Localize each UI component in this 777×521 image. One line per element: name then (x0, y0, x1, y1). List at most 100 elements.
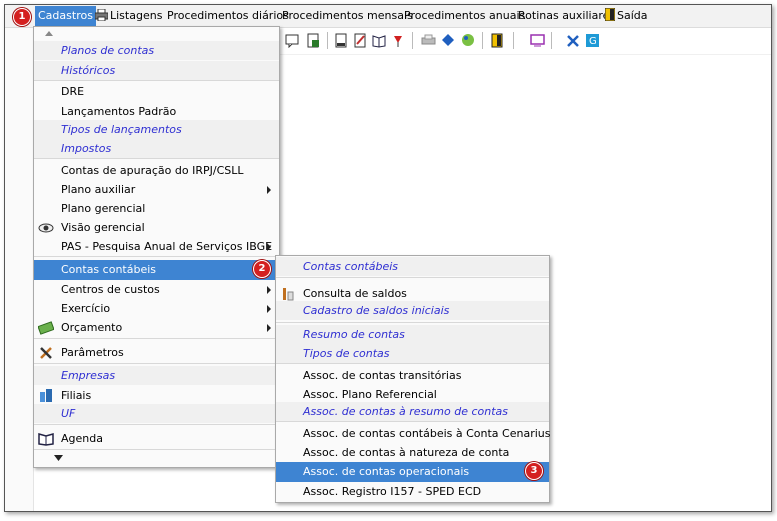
menu-item-label: Empresas (61, 369, 116, 382)
menu-item-label: Impostos (61, 142, 112, 155)
menu-separator (34, 363, 279, 364)
money-icon (38, 321, 54, 335)
menu-item-label: Assoc. de contas contábeis à Conta Cenar… (303, 427, 551, 440)
menu-item-label: Assoc. de contas operacionais (303, 465, 470, 478)
edit-document-icon[interactable] (353, 33, 368, 48)
menu-cadastros[interactable]: Cadastros (35, 6, 96, 26)
menu-item-label: Assoc. de contas à resumo de contas (303, 405, 508, 418)
book-icon[interactable] (372, 33, 387, 48)
submenu-item-assoc-contas-operacionais[interactable]: Assoc. de contas operacionais (276, 462, 549, 482)
diamond-icon[interactable] (441, 33, 456, 48)
menu-procedimentos-anuais[interactable]: Procedimentos anuais (401, 6, 528, 26)
scroll-up-icon[interactable] (45, 31, 53, 36)
app-window: Cadastros Listagens Procedimentos diário… (4, 4, 772, 512)
tools-icon[interactable] (566, 33, 581, 48)
menu-item-label: Contas contábeis (61, 263, 157, 276)
eye-icon (38, 223, 54, 233)
menu-label: Saída (617, 9, 648, 22)
document-add-icon[interactable] (306, 33, 321, 48)
menu-bar: Cadastros Listagens Procedimentos diário… (5, 5, 771, 28)
menu-item-label: Plano auxiliar (61, 183, 136, 196)
submenu-item-contas-contabeis[interactable]: Contas contábeis (276, 257, 549, 276)
menu-item-label: Exercício (61, 302, 111, 315)
submenu-item-tipos-de-contas[interactable]: Tipos de contas (276, 344, 549, 363)
menu-item-contas-contabeis[interactable]: Contas contábeis (34, 260, 279, 280)
menu-separator (34, 449, 279, 450)
exit-door-icon (604, 7, 616, 22)
printer-icon[interactable] (421, 33, 436, 48)
pin-icon[interactable] (391, 33, 406, 48)
menu-item-filiais[interactable]: Filiais (34, 386, 279, 405)
menu-procedimentos-diarios[interactable]: Procedimentos diários (164, 6, 292, 26)
book-icon (38, 433, 54, 446)
printer-icon (94, 8, 109, 22)
menu-item-dre[interactable]: DRE (34, 82, 279, 101)
menu-saida[interactable]: Saída (602, 6, 651, 26)
submenu-item-assoc-conta-cenarius[interactable]: Assoc. de contas contábeis à Conta Cenar… (276, 424, 551, 443)
menu-item-planos-de-contas[interactable]: Planos de contas (34, 41, 279, 60)
balance-query-icon (283, 288, 294, 301)
toolbar: G (275, 28, 771, 55)
menu-label: Procedimentos diários (167, 9, 289, 22)
menu-item-label: Plano gerencial (61, 202, 146, 215)
step-badge-1: 1 (13, 8, 31, 26)
step-badge-2: 2 (253, 260, 271, 278)
scroll-down-icon[interactable] (54, 455, 63, 461)
menu-label: Procedimentos anuais (404, 9, 526, 22)
app-logo-icon[interactable]: G (585, 33, 600, 48)
menu-label: Procedimentos mensais (282, 9, 413, 22)
menu-item-parametros[interactable]: Parâmetros (34, 343, 279, 362)
menu-label: Listagens (110, 9, 163, 22)
svg-text:G: G (589, 36, 597, 47)
menu-item-impostos[interactable]: Impostos (34, 139, 279, 158)
menu-item-pas-ibge[interactable]: PAS - Pesquisa Anual de Serviços IBGE (34, 237, 279, 256)
menu-separator (34, 80, 279, 81)
palette-icon[interactable] (461, 33, 476, 48)
submenu-arrow-icon (267, 186, 271, 194)
submenu-item-assoc-transitorias[interactable]: Assoc. de contas transitórias (276, 366, 549, 385)
submenu-item-assoc-natureza-de-conta[interactable]: Assoc. de contas à natureza de conta (276, 443, 549, 462)
submenu-item-resumo-de-contas[interactable]: Resumo de contas (276, 325, 549, 344)
menu-separator (34, 338, 279, 339)
chat-icon[interactable] (285, 33, 300, 48)
monitor-icon[interactable] (530, 33, 545, 48)
menu-item-label: Planos de contas (61, 44, 155, 57)
submenu-item-assoc-registro-i157[interactable]: Assoc. Registro I157 - SPED ECD (276, 482, 549, 501)
contas-contabeis-submenu: Contas contábeis Consulta de saldos Cada… (275, 255, 550, 503)
menu-item-label: Orçamento (61, 321, 123, 334)
menu-item-plano-gerencial[interactable]: Plano gerencial (34, 199, 279, 218)
menu-item-label: Tipos de contas (303, 347, 390, 360)
menu-item-historicos[interactable]: Históricos (34, 61, 279, 80)
menu-label: Rotinas auxiliares (518, 9, 616, 22)
menu-procedimentos-mensais[interactable]: Procedimentos mensais (279, 6, 416, 26)
submenu-item-cadastro-saldos-iniciais[interactable]: Cadastro de saldos iniciais (276, 301, 549, 320)
menu-item-orcamento[interactable]: Orçamento (34, 318, 279, 337)
menu-item-lancamentos-padrao[interactable]: Lançamentos Padrão (34, 102, 279, 121)
menu-separator (276, 363, 549, 364)
menu-item-label: Contas de apuração do IRPJ/CSLL (61, 164, 244, 177)
menu-item-empresas[interactable]: Empresas (34, 366, 279, 385)
form-icon[interactable] (334, 33, 349, 48)
menu-item-centros-de-custos[interactable]: Centros de custos (34, 280, 279, 299)
menu-item-agenda[interactable]: Agenda (34, 429, 279, 448)
menu-item-plano-auxiliar[interactable]: Plano auxiliar (34, 180, 279, 199)
menu-item-visao-gerencial[interactable]: Visão gerencial (34, 218, 279, 237)
submenu-item-assoc-resumo-de-contas[interactable]: Assoc. de contas à resumo de contas (276, 402, 549, 421)
menu-item-label: Resumo de contas (303, 328, 405, 341)
submenu-arrow-icon (267, 243, 271, 251)
exit-door-icon[interactable] (490, 33, 505, 48)
toolbar-separator (327, 32, 328, 49)
menu-separator (276, 322, 549, 323)
menu-item-label: Visão gerencial (61, 221, 145, 234)
menu-label: Cadastros (38, 9, 93, 22)
toolbar-separator (551, 32, 552, 49)
menu-item-tipos-de-lancamentos[interactable]: Tipos de lançamentos (34, 120, 279, 139)
menu-item-exercicio[interactable]: Exercício (34, 299, 279, 318)
menu-item-label: Parâmetros (61, 346, 124, 359)
menu-item-label: Lançamentos Padrão (61, 105, 177, 118)
settings-tools-icon (40, 347, 52, 359)
menu-item-contas-apuracao[interactable]: Contas de apuração do IRPJ/CSLL (34, 161, 279, 180)
left-panel (5, 28, 34, 511)
menu-item-uf[interactable]: UF (34, 404, 279, 423)
menu-listagens[interactable]: Listagens (92, 6, 165, 26)
